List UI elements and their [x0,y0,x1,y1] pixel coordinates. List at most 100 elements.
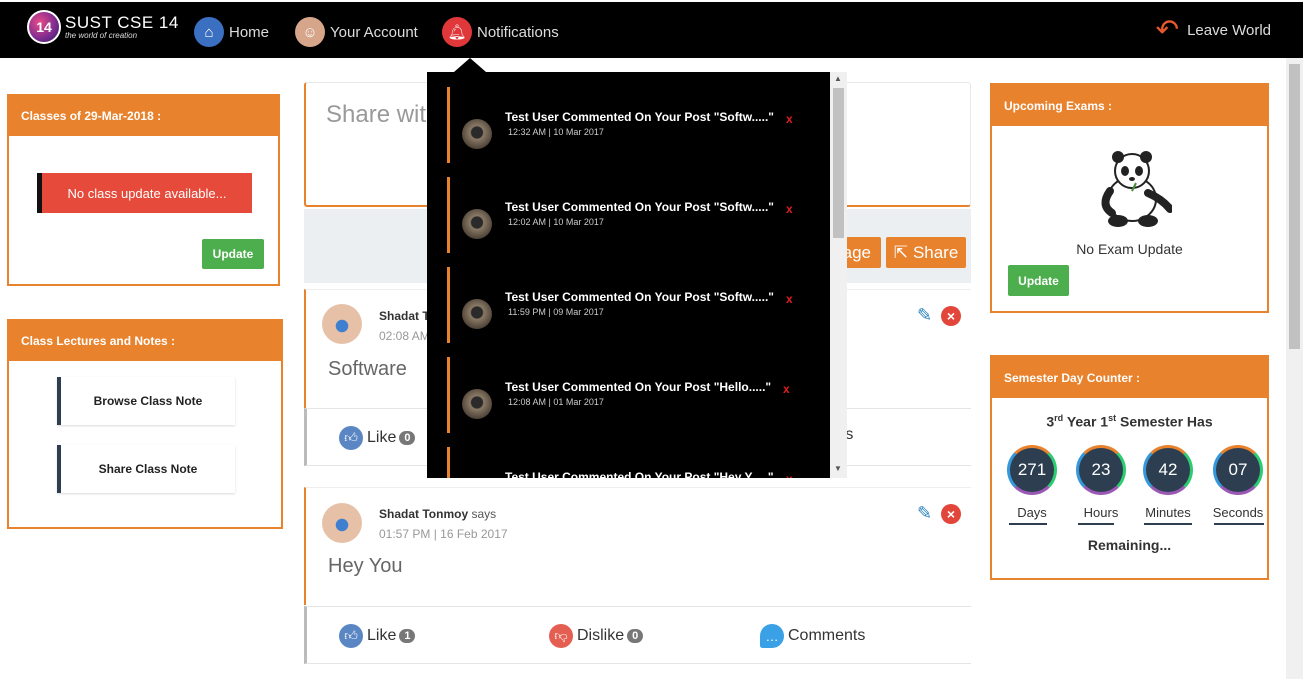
dislike-button[interactable]: 👎︎ Dislike 0 [549,624,644,648]
notifications-dropdown: Test User Commented On Your Post "Softw.… [427,72,830,478]
notification-dismiss[interactable]: x [783,382,790,396]
page-scrollbar[interactable] [1286,58,1303,679]
nav-leave-label: Leave World [1187,21,1271,39]
notification-item[interactable]: Test User Commented On Your Post "Softw.… [447,267,807,343]
logo-subtitle: the world of creation [65,31,138,40]
thumbs-up-icon: 👍︎ [339,426,363,450]
notification-time: 12:08 AM | 01 Mar 2017 [508,397,604,407]
nav-leave-world[interactable]: ↶ Leave World [1155,14,1271,45]
comments-label: Comments [788,627,866,644]
post-timestamp: 02:08 AM [379,329,430,343]
notification-text: Test User Commented On Your Post "Hello.… [505,380,772,394]
post-timestamp: 01:57 PM | 16 Feb 2017 [379,527,508,541]
edit-icon[interactable]: ✎ [917,306,937,326]
nav-home-label: Home [229,23,270,41]
notification-dismiss[interactable]: x [786,202,793,216]
notification-dismiss[interactable]: x [786,292,793,306]
logo-mark: 14 [27,10,61,44]
user-avatar-icon: ☺ [295,17,325,47]
author-avatar[interactable] [322,503,362,543]
post-author-name[interactable]: Shadat Tonmoy [379,507,468,521]
share-class-note-button[interactable]: Share Class Note [57,445,235,493]
remaining-text: Remaining... [1087,537,1172,553]
notification-avatar [462,209,492,239]
like-count: 0 [399,431,416,445]
post-actions: 👍︎ Like 1 👎︎ Dislike 0 … Comments [304,606,971,664]
notification-text: Test User Commented On Your Post "Hey Y.… [505,470,774,478]
upcoming-exams-panel: Upcoming Exams : No Exam Update Update [990,83,1269,313]
exams-panel-title: Upcoming Exams : [992,85,1267,126]
browse-class-note-button[interactable]: Browse Class Note [57,377,235,425]
nav-notifications-label: Notifications [477,23,559,41]
logo-title: SUST CSE 14 [65,13,179,32]
post-body: Hey You [328,555,403,577]
lectures-panel: Class Lectures and Notes : Browse Class … [7,319,283,529]
like-label: Like [367,627,397,644]
notification-item[interactable]: Test User Commented On Your Post "Softw.… [447,177,807,253]
page-scroll-thumb[interactable] [1289,64,1300,349]
thumbs-down-icon: 👎︎ [549,624,573,648]
scroll-up-icon[interactable]: ▲ [834,74,842,83]
notification-time: 12:32 AM | 10 Mar 2017 [508,127,604,137]
post-body: Software [328,358,407,380]
delete-icon[interactable]: × [941,504,961,524]
like-label: Like [367,429,397,446]
notification-text: Test User Commented On Your Post "Softw.… [505,200,774,214]
top-navbar: 14 SUST CSE 14 the world of creation ⌂ H… [0,0,1303,58]
notification-avatar [462,119,492,149]
nav-account[interactable]: ☺ Your Account [295,17,418,47]
notification-dismiss[interactable]: x [786,472,793,478]
days-label: Days [1017,505,1047,520]
bell-icon: 🔔︎ [442,17,472,47]
dislike-label: Dislike [577,627,625,644]
share-icon: ⇱ [893,242,908,262]
notification-item[interactable]: Test User Commented On Your Post "Hey Y.… [447,447,807,478]
like-button[interactable]: 👍︎ Like 1 [339,624,416,648]
nav-account-label: Your Account [330,23,418,41]
nav-home[interactable]: ⌂ Home [194,17,269,47]
notification-avatar [462,389,492,419]
notification-dismiss[interactable]: x [786,112,793,126]
panda-icon [1101,151,1172,227]
classes-panel-title: Classes of 29-Mar-2018 : [9,96,278,136]
post-card: Shadat Tonmoy says 01:57 PM | 16 Feb 201… [304,487,971,605]
notification-time: 12:02 AM | 10 Mar 2017 [508,217,604,227]
post-says: says [471,507,497,521]
notification-text: Test User Commented On Your Post "Softw.… [505,110,774,124]
author-avatar[interactable] [322,304,362,344]
home-icon: ⌂ [194,17,224,47]
days-counter: 271 [1007,445,1057,495]
seconds-label: Seconds [1212,505,1264,520]
edit-icon[interactable]: ✎ [917,504,937,524]
delete-icon[interactable]: × [941,306,961,326]
exams-update-button[interactable]: Update [1008,265,1069,296]
dropdown-scroll-thumb[interactable] [833,88,844,238]
classes-update-button[interactable]: Update [202,239,264,269]
lectures-panel-title: Class Lectures and Notes : [9,321,281,361]
share-button[interactable]: ⇱ Share [886,237,966,268]
site-logo[interactable]: 14 SUST CSE 14 the world of creation [27,10,179,44]
dislike-count: 0 [627,629,644,643]
scroll-down-icon[interactable]: ▼ [834,464,842,473]
classes-panel: Classes of 29-Mar-2018 : No class update… [7,94,280,286]
counter-panel-title: Semester Day Counter : [992,357,1267,398]
no-class-alert: No class update available... [37,173,252,213]
nav-notifications[interactable]: 🔔︎ Notifications [442,17,559,47]
like-button[interactable]: 👍︎ Like 0 [339,426,416,450]
share-button-label: Share [912,242,959,262]
semester-day-counter-panel: Semester Day Counter : 3rd Year 1st Seme… [990,355,1269,580]
comments-button[interactable]: … Comments [760,624,865,648]
like-count: 1 [399,629,416,643]
share-post-placeholder: Share with [326,101,426,128]
hours-label: Hours [1083,505,1119,520]
notification-item[interactable]: Test User Commented On Your Post "Hello.… [447,357,807,433]
notification-time: 11:59 PM | 09 Mar 2017 [508,307,604,317]
post-author-name[interactable]: Shadat T [379,309,430,323]
notification-text: Test User Commented On Your Post "Softw.… [505,290,774,304]
thumbs-up-icon: 👍︎ [339,624,363,648]
notification-item[interactable]: Test User Commented On Your Post "Softw.… [447,87,807,163]
undo-arrow-icon: ↶ [1155,14,1180,45]
dropdown-scrollbar[interactable]: ▲ ▼ [830,72,847,478]
seconds-counter: 07 [1213,445,1263,495]
hours-counter: 23 [1076,445,1126,495]
